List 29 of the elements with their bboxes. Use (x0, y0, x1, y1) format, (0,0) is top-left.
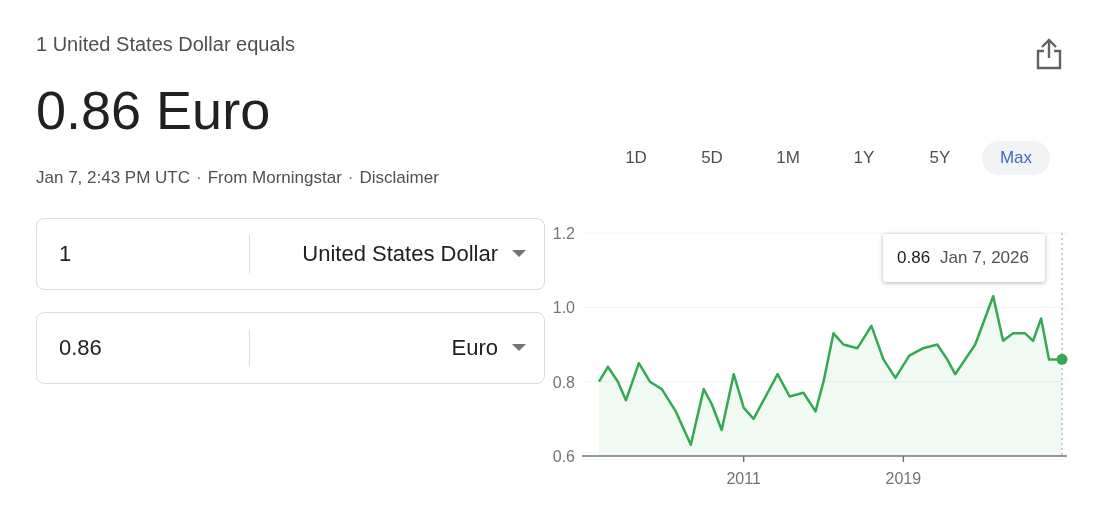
range-tab[interactable]: 1M (754, 141, 822, 175)
separator-dot: · (196, 168, 202, 188)
x-tick-label: 2011 (726, 470, 761, 487)
tooltip-value: 0.86 (897, 248, 931, 268)
range-tab[interactable]: 5D (678, 141, 746, 175)
currency-dropdown[interactable]: United States Dollar (250, 241, 544, 267)
caret-icon (512, 344, 526, 352)
conversion-result: 0.86 Euro (36, 79, 272, 142)
tooltip-date: Jan 7, 2026 (940, 248, 1029, 268)
data-point (1056, 353, 1068, 365)
range-tab[interactable]: 1D (602, 141, 670, 175)
y-tick-label: 0.8 (552, 373, 575, 391)
amount-field[interactable]: 0.86 (37, 335, 249, 361)
disclaimer-link[interactable]: Disclaimer (359, 168, 439, 188)
separator-dot: · (347, 168, 354, 188)
range-tab[interactable]: Max (982, 141, 1050, 175)
conversion-caption: 1 United States Dollar equals (36, 32, 297, 57)
currency-dropdown[interactable]: Euro (250, 335, 544, 361)
y-tick-label: 1.0 (552, 299, 575, 317)
meta-text: Jan 7, 2:43 PM UTC (36, 168, 190, 188)
x-tick-label: 2019 (885, 470, 922, 487)
range-tab[interactable]: 5Y (906, 141, 974, 175)
caret-icon (512, 250, 526, 258)
amount-field[interactable]: 1 (37, 241, 249, 267)
y-tick-label: 1.2 (552, 225, 575, 242)
share-icon[interactable] (1036, 38, 1062, 70)
range-tab[interactable]: 1Y (830, 141, 898, 175)
meta-text: From Morningstar (207, 168, 342, 188)
y-tick-label: 0.6 (552, 448, 575, 465)
